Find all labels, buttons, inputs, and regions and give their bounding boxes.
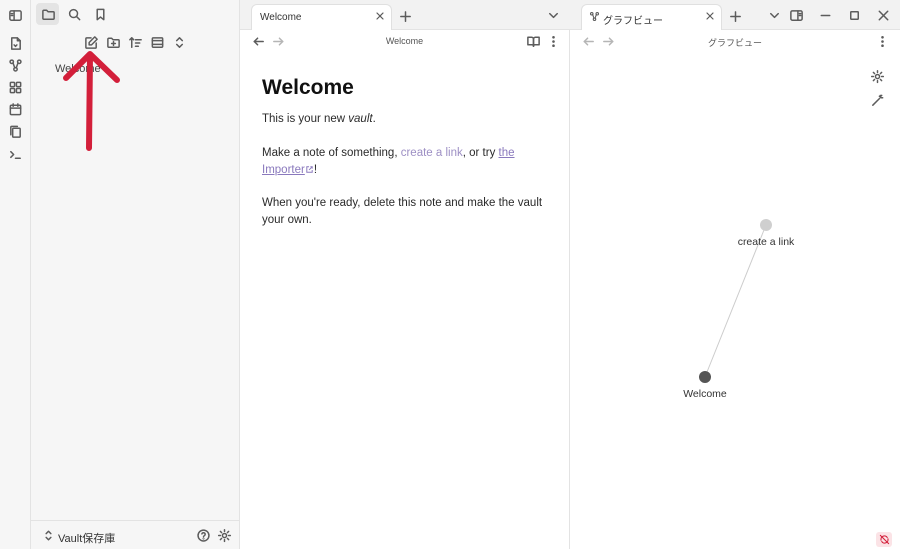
graph-canvas[interactable]: create a link Welcome [570,0,900,549]
open-quick-switcher-icon[interactable] [7,35,23,51]
view-header-title[interactable]: Welcome [240,36,569,46]
p1-text: This is your new [262,113,349,125]
tab-close-icon[interactable] [373,9,387,23]
expand-collapse-icon[interactable] [171,34,187,50]
graph-node-welcome[interactable] [699,371,711,383]
tab-strip-left: Welcome [240,0,570,30]
graph-node-label-welcome: Welcome [683,388,727,400]
tab-list-chevron-icon[interactable] [545,7,561,23]
p1-text-end: . [372,113,376,125]
auto-reveal-icon[interactable] [149,34,165,50]
p2-text: Make a note of something, [262,147,401,159]
help-icon[interactable] [195,527,211,543]
sort-order-icon[interactable] [127,34,143,50]
p1-emphasis: vault [348,113,373,125]
vault-switcher-chevron-icon[interactable] [40,527,56,543]
daily-note-calendar-icon[interactable] [7,101,23,117]
tab-welcome[interactable]: Welcome [251,4,392,30]
bookmark-icon[interactable] [92,6,108,22]
p2-text-end: ! [313,164,318,176]
graph-node-label-create-a-link: create a link [738,236,795,248]
canvas-icon[interactable] [7,79,23,95]
external-link-icon[interactable] [305,165,314,174]
external-link-importer[interactable]: Importer [262,164,305,176]
graph-node-create-a-link[interactable] [760,219,772,231]
ribbon [0,0,31,549]
folder-icon[interactable] [40,6,56,22]
internal-link-create-a-link[interactable]: create a link [401,147,463,159]
reading-view-book-icon[interactable] [525,33,541,49]
new-tab-plus-icon[interactable] [397,8,413,24]
search-icon[interactable] [66,6,82,22]
sync-status-icon[interactable] [876,532,892,547]
editor-pane-left: Welcome Welcome Welcome This is your new… [240,0,570,549]
templates-icon[interactable] [7,123,23,139]
p2-text-middle: , or try [462,147,499,159]
sidebar-footer: Vault保存庫 [31,520,240,549]
sidebar-toggle-icon[interactable] [7,7,23,23]
sidebar-header [31,0,240,30]
file-explorer-sidebar: Welcome Vault保存庫 [31,0,240,549]
graph-view-icon[interactable] [7,57,23,73]
vault-name[interactable]: Vault保存庫 [58,530,115,546]
more-options-icon[interactable] [545,33,561,49]
command-palette-icon[interactable] [7,146,23,162]
annotation-arrow-shaft [86,53,93,151]
note-paragraph-3: When you're ready, delete this note and … [262,197,543,226]
note-paragraph-1: This is your new vault. [262,111,552,128]
note-title: Welcome [262,76,354,99]
settings-gear-icon[interactable] [216,527,232,543]
annotation-arrow [63,51,120,151]
external-link-the[interactable]: the [499,147,515,159]
note-paragraph-2: Make a note of something, create a link,… [262,145,552,179]
graph-pane-right: グラフビュー グラフビュー create a link Welcome [570,0,900,549]
tab-welcome-label: Welcome [260,12,302,23]
